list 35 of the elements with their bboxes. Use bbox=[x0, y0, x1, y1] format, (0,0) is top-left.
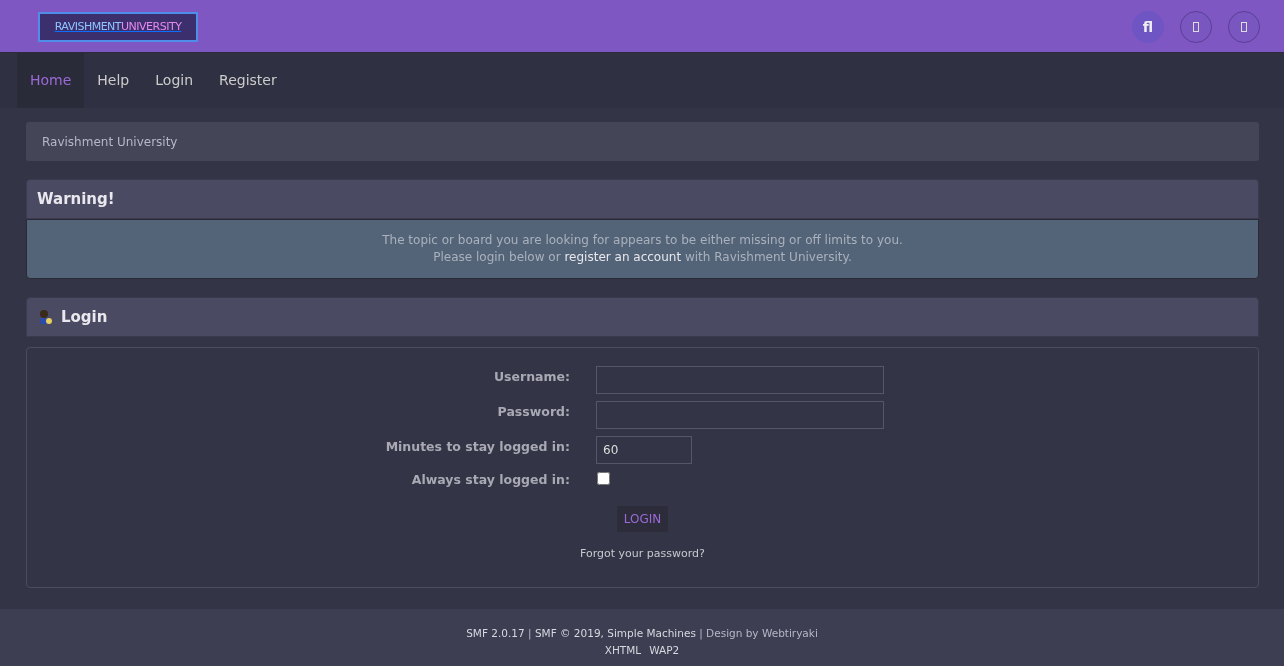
field-label: Password: bbox=[496, 403, 570, 421]
warning-message: The topic or board you are looking for appears to be either missing or off limits to you. Please login below or register an account with Ravishment University. bbox=[26, 219, 1259, 279]
register-link[interactable]: register an account bbox=[564, 250, 682, 264]
missing-glyph-icon bbox=[1241, 22, 1247, 32]
minutes-field[interactable]: 60 bbox=[596, 436, 692, 464]
forgot-password-link[interactable]: Forgot your password? bbox=[580, 546, 705, 560]
footer-link[interactable]: SMF 2.0.17 bbox=[466, 627, 525, 640]
field-label: Username: bbox=[492, 368, 570, 386]
header-icon-button[interactable]: fl bbox=[1132, 11, 1164, 43]
password-field[interactable] bbox=[596, 401, 884, 429]
panel-title: Warning! bbox=[26, 179, 1259, 219]
footer-credit: Design by Webtiryaki bbox=[706, 627, 818, 640]
field-label: Always stay logged in: bbox=[410, 471, 570, 489]
login-button[interactable]: LOGIN bbox=[616, 505, 669, 532]
nav-tab[interactable]: Login bbox=[142, 53, 207, 108]
nav-tab[interactable]: Register bbox=[206, 53, 290, 108]
footer-link[interactable]: SMF © 2019, Simple Machines bbox=[534, 627, 696, 640]
panel-title: Login bbox=[61, 306, 108, 328]
breadcrumb-link[interactable]: Ravishment University bbox=[26, 122, 1259, 161]
field-label: Minutes to stay logged in: bbox=[384, 438, 570, 456]
logo-text: RAVISHMENT bbox=[54, 18, 122, 35]
footer-link[interactable]: WAP2 bbox=[649, 642, 680, 660]
separator: | bbox=[528, 627, 532, 640]
username-field[interactable] bbox=[596, 366, 884, 394]
separator: | bbox=[699, 627, 703, 640]
user-icon bbox=[37, 309, 53, 325]
logo-text: UNIVERSITY bbox=[121, 18, 182, 35]
nav-tab[interactable]: Home bbox=[17, 53, 85, 108]
header-icon-button[interactable] bbox=[1228, 11, 1260, 43]
site-logo[interactable]: RAVISHMENTUNIVERSITY bbox=[38, 12, 198, 42]
footer-link[interactable]: XHTML bbox=[604, 642, 642, 660]
missing-glyph-icon bbox=[1193, 22, 1199, 32]
remember-checkbox[interactable] bbox=[597, 472, 610, 485]
header-icon-button[interactable] bbox=[1180, 11, 1212, 43]
nav-tab[interactable]: Help bbox=[84, 53, 143, 108]
